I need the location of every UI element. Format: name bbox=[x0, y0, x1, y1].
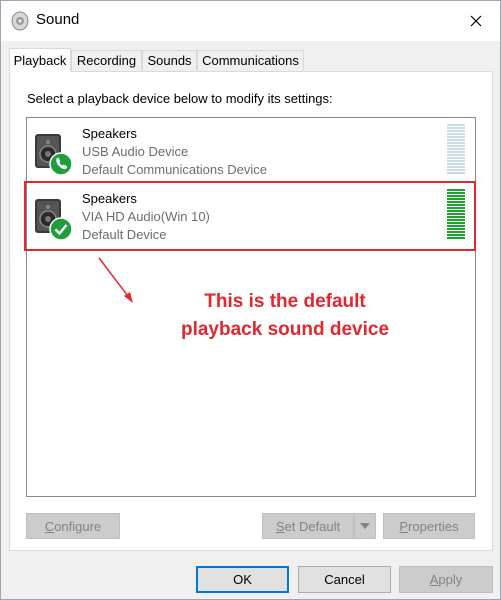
tab-sounds[interactable]: Sounds bbox=[142, 50, 197, 70]
meter-bar bbox=[447, 198, 465, 200]
sound-dialog: Sound Playback Recording Sounds Communic… bbox=[0, 0, 501, 600]
set-default-mnemonic: S bbox=[275, 518, 285, 534]
meter-bar bbox=[447, 219, 465, 221]
configure-mnemonic: C bbox=[44, 518, 55, 534]
meter-bar bbox=[447, 231, 465, 233]
meter-bar bbox=[447, 154, 465, 156]
set-default-label: et Default bbox=[284, 518, 341, 534]
volume-meter bbox=[447, 189, 465, 240]
configure-button[interactable]: Configure bbox=[26, 513, 120, 539]
meter-bar bbox=[447, 145, 465, 147]
apply-mnemonic: A bbox=[429, 572, 439, 587]
annotation-text: This is the default playback sound devic… bbox=[145, 288, 425, 344]
annotation-line-1: This is the default bbox=[204, 291, 366, 312]
apply-label: pply bbox=[438, 572, 463, 587]
meter-bar bbox=[447, 142, 465, 144]
apply-button[interactable]: Apply bbox=[399, 566, 493, 593]
tab-playback[interactable]: Playback bbox=[9, 48, 71, 72]
device-name: Speakers bbox=[82, 126, 137, 141]
chevron-down-icon bbox=[360, 523, 370, 529]
volume-meter bbox=[447, 124, 465, 175]
properties-mnemonic: P bbox=[399, 518, 409, 534]
meter-bar bbox=[447, 207, 465, 209]
ok-label: OK bbox=[233, 572, 252, 587]
device-name: Speakers bbox=[82, 191, 137, 206]
device-via-speakers[interactable]: Speakers VIA HD Audio(Win 10) Default De… bbox=[27, 183, 475, 245]
cancel-button[interactable]: Cancel bbox=[298, 566, 391, 593]
meter-bar bbox=[447, 216, 465, 218]
instruction-text: Select a playback device below to modify… bbox=[27, 91, 333, 106]
meter-bar bbox=[447, 172, 465, 174]
meter-bar bbox=[447, 151, 465, 153]
meter-bar bbox=[447, 237, 465, 239]
speaker-icon bbox=[11, 11, 29, 31]
meter-bar bbox=[447, 169, 465, 171]
set-default-dropdown[interactable] bbox=[354, 513, 376, 539]
meter-bar bbox=[447, 225, 465, 227]
meter-bar bbox=[447, 189, 465, 191]
tab-communications[interactable]: Communications bbox=[197, 50, 304, 70]
meter-bar bbox=[447, 157, 465, 159]
configure-label: onfigure bbox=[54, 518, 102, 534]
device-description: USB Audio Device bbox=[82, 144, 189, 159]
meter-bar bbox=[447, 139, 465, 141]
close-icon bbox=[470, 15, 482, 27]
tab-recording[interactable]: Recording bbox=[71, 50, 142, 70]
window-title: Sound bbox=[36, 11, 80, 28]
set-default-button[interactable]: Set Default bbox=[262, 513, 354, 539]
meter-bar bbox=[447, 228, 465, 230]
meter-bar bbox=[447, 127, 465, 129]
meter-bar bbox=[447, 166, 465, 168]
cancel-label: Cancel bbox=[324, 572, 365, 587]
properties-button[interactable]: Properties bbox=[383, 513, 475, 539]
meter-bar bbox=[447, 192, 465, 194]
close-button[interactable] bbox=[462, 7, 490, 35]
title-bar: Sound bbox=[1, 1, 500, 41]
device-status: Default Communications Device bbox=[82, 162, 267, 177]
playback-panel: Select a playback device below to modify… bbox=[9, 71, 493, 551]
meter-bar bbox=[447, 130, 465, 132]
phone-icon bbox=[49, 152, 73, 176]
tab-communications-label: Communications bbox=[202, 53, 299, 68]
meter-bar bbox=[447, 213, 465, 215]
properties-label: roperties bbox=[408, 518, 459, 534]
device-description: VIA HD Audio(Win 10) bbox=[82, 209, 210, 224]
meter-bar bbox=[447, 133, 465, 135]
device-list[interactable]: Speakers USB Audio Device Default Commun… bbox=[24, 117, 476, 497]
meter-bar bbox=[447, 222, 465, 224]
meter-bar bbox=[447, 234, 465, 236]
tab-sounds-label: Sounds bbox=[147, 53, 192, 68]
annotation-line-2: playback sound device bbox=[180, 319, 390, 340]
meter-bar bbox=[447, 124, 465, 126]
device-usb-speakers[interactable]: Speakers USB Audio Device Default Commun… bbox=[27, 118, 475, 180]
meter-bar bbox=[447, 201, 465, 203]
ok-button[interactable]: OK bbox=[196, 566, 289, 593]
check-icon bbox=[49, 217, 73, 241]
meter-bar bbox=[447, 136, 465, 138]
meter-bar bbox=[447, 210, 465, 212]
meter-bar bbox=[447, 148, 465, 150]
device-status: Default Device bbox=[82, 227, 167, 242]
meter-bar bbox=[447, 195, 465, 197]
meter-bar bbox=[447, 160, 465, 162]
meter-bar bbox=[447, 204, 465, 206]
tab-playback-label: Playback bbox=[13, 53, 67, 68]
tab-recording-label: Recording bbox=[76, 53, 137, 68]
meter-bar bbox=[447, 163, 465, 165]
